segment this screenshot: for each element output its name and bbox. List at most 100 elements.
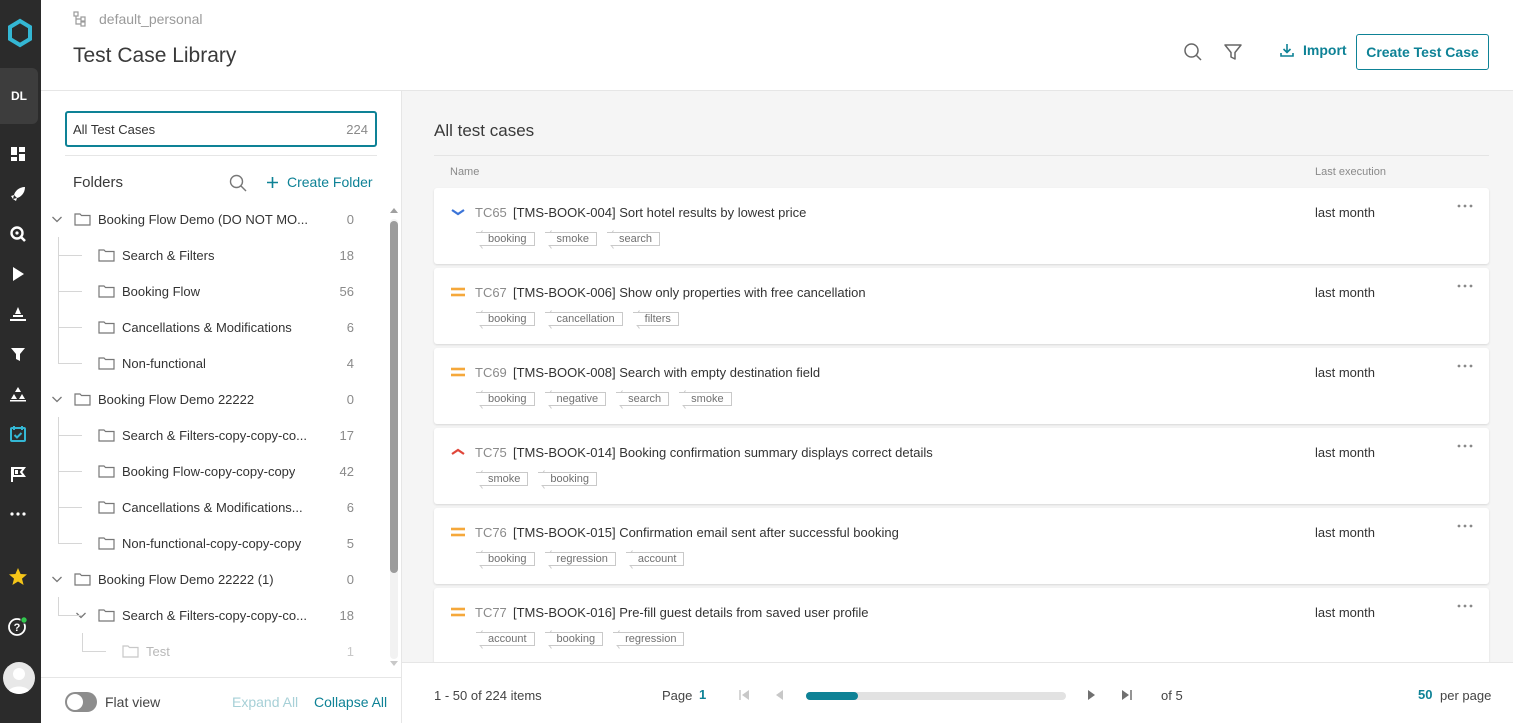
folder-item[interactable]: Cancellations & Modifications 6: [41, 309, 386, 345]
more-icon[interactable]: [7, 503, 29, 525]
test-case-name[interactable]: [TMS-BOOK-016] Pre-fill guest details fr…: [513, 605, 868, 620]
test-case-row[interactable]: TC75 [TMS-BOOK-014] Booking confirmation …: [434, 428, 1489, 504]
expand-all-button[interactable]: Expand All: [232, 694, 298, 710]
test-case-row[interactable]: TC65 [TMS-BOOK-004] Sort hotel results by…: [434, 188, 1489, 264]
tag[interactable]: booking: [543, 630, 604, 649]
more-options-icon[interactable]: [1455, 602, 1475, 614]
favorites-icon[interactable]: [7, 566, 29, 588]
folder-item[interactable]: Search & Filters-copy-copy-co... 18: [41, 597, 386, 633]
test-case-row[interactable]: TC67 [TMS-BOOK-006] Show only properties …: [434, 268, 1489, 344]
tag-label: booking: [476, 392, 535, 406]
launches-icon[interactable]: [7, 183, 29, 205]
test-case-name[interactable]: [TMS-BOOK-008] Search with empty destina…: [513, 365, 820, 380]
play-icon[interactable]: [7, 263, 29, 285]
folder-count: 18: [339, 608, 354, 623]
folder-item[interactable]: Booking Flow Demo (DO NOT MO... 0: [41, 201, 386, 237]
last-page-icon[interactable]: [1120, 688, 1134, 702]
search-icon[interactable]: [1183, 42, 1203, 62]
tag[interactable]: negative: [543, 390, 607, 409]
breadcrumb[interactable]: default_personal: [73, 11, 203, 27]
tag[interactable]: search: [606, 230, 660, 249]
import-button[interactable]: Import: [1279, 42, 1347, 58]
tag[interactable]: smoke: [543, 230, 597, 249]
test-case-name[interactable]: [TMS-BOOK-006] Show only properties with…: [513, 285, 866, 300]
folder-item[interactable]: Booking Flow Demo 22222 (1) 0: [41, 561, 386, 597]
column-name[interactable]: Name: [450, 166, 479, 178]
filter-icon[interactable]: [7, 343, 29, 365]
create-folder-button[interactable]: Create Folder: [266, 174, 373, 190]
tag[interactable]: smoke: [678, 390, 732, 409]
help-icon[interactable]: ?: [7, 615, 29, 637]
hierarchy-icon[interactable]: [7, 383, 29, 405]
test-case-name[interactable]: [TMS-BOOK-004] Sort hotel results by low…: [513, 205, 806, 220]
folders-heading: Folders: [73, 174, 124, 191]
folder-search-icon[interactable]: [229, 174, 247, 192]
test-case-row[interactable]: TC69 [TMS-BOOK-008] Search with empty des…: [434, 348, 1489, 424]
tag[interactable]: cancellation: [543, 310, 623, 329]
test-case-row[interactable]: TC76 [TMS-BOOK-015] Confirmation email se…: [434, 508, 1489, 584]
page-number[interactable]: 1: [699, 687, 706, 702]
tag[interactable]: booking: [475, 390, 535, 409]
tag-label: account: [476, 632, 535, 646]
app-logo-icon[interactable]: [5, 18, 35, 48]
more-options-icon[interactable]: [1455, 362, 1475, 374]
flat-view-toggle[interactable]: [65, 692, 97, 712]
prev-page-icon[interactable]: [773, 688, 787, 702]
folder-item[interactable]: Booking Flow 56: [41, 273, 386, 309]
folder-label: Booking Flow Demo (DO NOT MO...: [98, 212, 308, 227]
tag[interactable]: regression: [612, 630, 685, 649]
chevron-down-icon[interactable]: [51, 393, 63, 405]
page-progress[interactable]: [806, 692, 1066, 700]
scrollbar-thumb[interactable]: [390, 221, 398, 573]
folder-item[interactable]: Booking Flow Demo 22222 0: [41, 381, 386, 417]
breadcrumb-project[interactable]: default_personal: [99, 11, 203, 27]
folder-item[interactable]: Booking Flow-copy-copy-copy 42: [41, 453, 386, 489]
tag[interactable]: search: [615, 390, 670, 409]
test-case-name[interactable]: [TMS-BOOK-015] Confirmation email sent a…: [513, 525, 899, 540]
project-switcher[interactable]: DL: [0, 68, 38, 124]
search-icon[interactable]: [7, 223, 29, 245]
folder-item[interactable]: Cancellations & Modifications... 6: [41, 489, 386, 525]
milestones-icon[interactable]: [7, 463, 29, 485]
test-case-name[interactable]: [TMS-BOOK-014] Booking confirmation summ…: [513, 445, 933, 460]
tag[interactable]: filters: [631, 310, 679, 329]
more-options-icon[interactable]: [1455, 442, 1475, 454]
folder-item[interactable]: Non-functional 4: [41, 345, 386, 381]
avatar[interactable]: [3, 662, 35, 694]
folder-item[interactable]: Non-functional-copy-copy-copy 5: [41, 525, 386, 561]
tag[interactable]: booking: [537, 470, 597, 489]
all-test-cases-count: 224: [346, 121, 368, 137]
create-test-case-button[interactable]: Create Test Case: [1356, 34, 1489, 70]
tag[interactable]: booking: [475, 310, 535, 329]
folder-item[interactable]: Search & Filters-copy-copy-co... 17: [41, 417, 386, 453]
tree-guide: [58, 543, 82, 544]
test-plan-icon[interactable]: [7, 303, 29, 325]
column-header: Name Last execution: [434, 155, 1489, 187]
folder-item[interactable]: Search & Filters 18: [41, 237, 386, 273]
tag-list: smoke booking: [475, 470, 597, 489]
all-test-cases-label: All Test Cases: [73, 121, 156, 137]
tag[interactable]: account: [625, 550, 685, 569]
column-last-execution[interactable]: Last execution: [1315, 166, 1386, 178]
tag[interactable]: smoke: [475, 470, 529, 489]
per-page-select[interactable]: 50: [1418, 687, 1432, 702]
more-options-icon[interactable]: [1455, 202, 1475, 214]
more-options-icon[interactable]: [1455, 282, 1475, 294]
tag[interactable]: booking: [475, 230, 535, 249]
tag[interactable]: booking: [475, 550, 535, 569]
chevron-down-icon[interactable]: [51, 573, 63, 585]
test-cases-icon[interactable]: [7, 423, 29, 445]
filter-icon[interactable]: [1223, 42, 1243, 62]
collapse-all-button[interactable]: Collapse All: [314, 694, 387, 710]
test-case-row[interactable]: TC77 [TMS-BOOK-016] Pre-fill guest detail…: [434, 588, 1489, 662]
tag[interactable]: regression: [543, 550, 616, 569]
folder-scrollbar[interactable]: [388, 207, 398, 667]
chevron-down-icon[interactable]: [51, 213, 63, 225]
next-page-icon[interactable]: [1084, 688, 1098, 702]
folder-item[interactable]: Test 1: [41, 633, 386, 659]
more-options-icon[interactable]: [1455, 522, 1475, 534]
first-page-icon[interactable]: [737, 688, 751, 702]
dashboard-icon[interactable]: [7, 143, 29, 165]
all-test-cases-item[interactable]: All Test Cases 224: [65, 111, 377, 147]
tag[interactable]: account: [475, 630, 535, 649]
